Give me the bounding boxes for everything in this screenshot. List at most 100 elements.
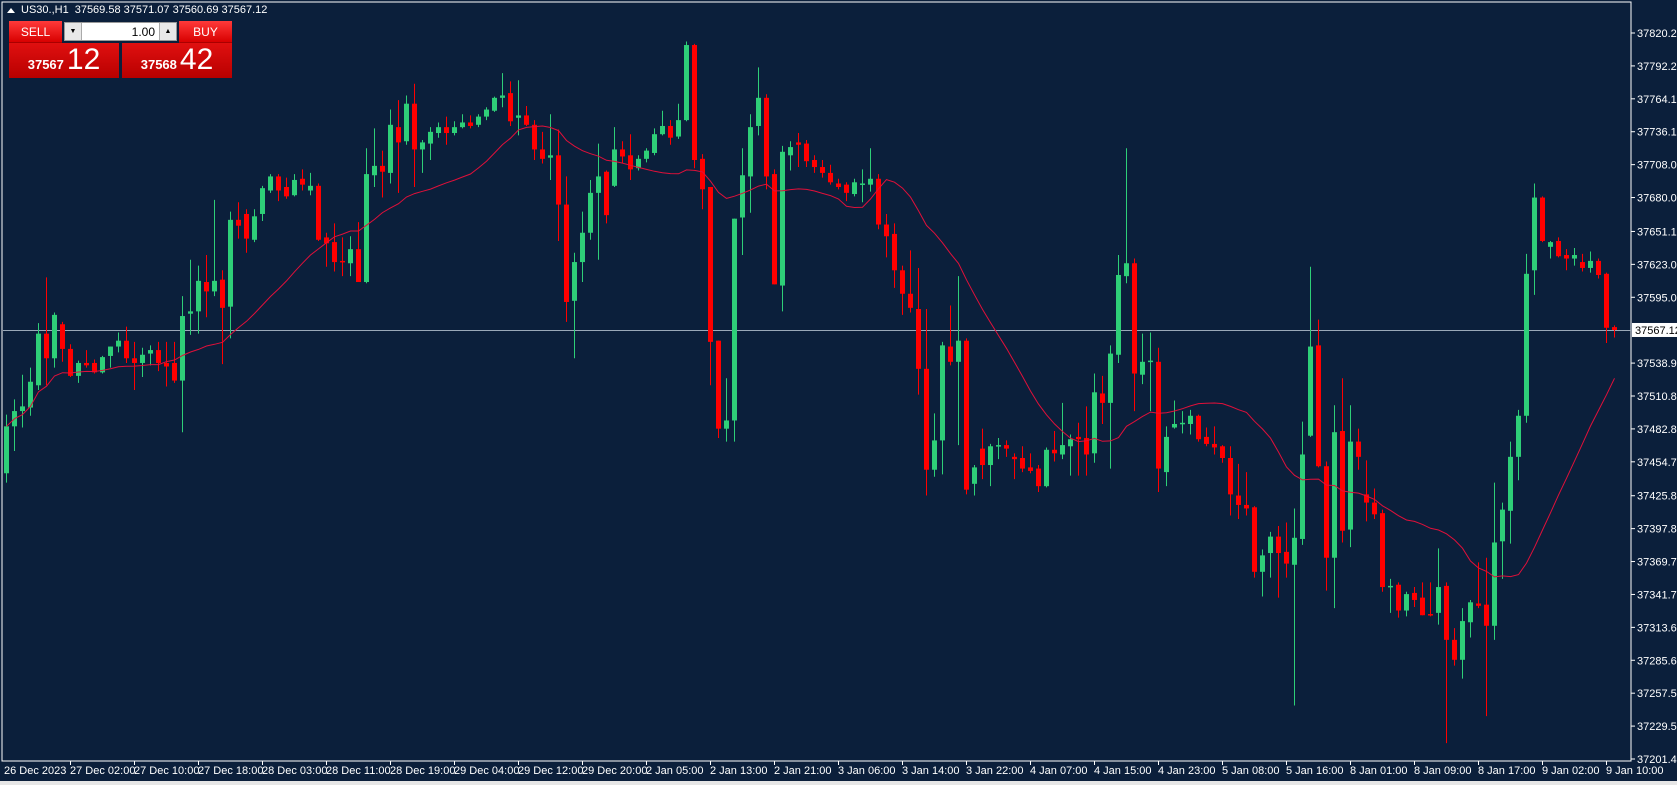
- lot-size-input[interactable]: [82, 24, 159, 39]
- candle-bear: [708, 186, 713, 342]
- sell-price-button[interactable]: 37567 12: [9, 43, 119, 78]
- candle-bear: [604, 171, 609, 216]
- candle-bear: [532, 124, 537, 150]
- candle-bull: [404, 103, 409, 142]
- candle-bear: [1076, 436, 1081, 440]
- candle-bear: [1444, 585, 1449, 640]
- time-tick-label: 28 Dec 19:00: [390, 765, 455, 777]
- candle-bull: [436, 127, 441, 134]
- candle-bull: [212, 280, 217, 292]
- collapse-triangle-icon[interactable]: [7, 7, 15, 13]
- candle-bull: [500, 95, 505, 98]
- candle-bear: [244, 213, 249, 239]
- candle-bear: [828, 172, 833, 183]
- candle-bull: [868, 178, 873, 185]
- candle-bear: [804, 143, 809, 162]
- candle-bear: [1132, 263, 1137, 374]
- status-strip: [0, 781, 1677, 785]
- lot-decrease-icon[interactable]: ▼: [65, 23, 82, 40]
- price-tick-label: 37369.75: [1637, 557, 1677, 569]
- candle-bull: [652, 134, 657, 153]
- candle-bull: [460, 122, 465, 128]
- candle-bear: [316, 185, 321, 240]
- sell-button[interactable]: SELL: [9, 21, 62, 43]
- time-tick-label: 2 Jan 05:00: [646, 765, 704, 777]
- candle-bear: [84, 362, 89, 366]
- chart-header: US30.,H1 37569.58 37571.07 37560.69 3756…: [7, 4, 267, 16]
- price-tick-label: 37425.85: [1637, 491, 1677, 503]
- price-tick-label: 37454.75: [1637, 457, 1677, 469]
- price-tick-label: 37482.80: [1637, 424, 1677, 436]
- time-tick-label: 4 Jan 23:00: [1158, 765, 1216, 777]
- candle-bear: [132, 358, 137, 363]
- candle-bull: [1572, 255, 1577, 259]
- price-tick-label: 37736.10: [1637, 127, 1677, 139]
- candle-bear: [1156, 361, 1161, 469]
- candle-bear: [380, 165, 385, 172]
- candle-bull: [1532, 197, 1537, 271]
- candle-bear: [1100, 393, 1105, 403]
- candle-bull: [1468, 602, 1473, 623]
- candle-bull: [1460, 621, 1465, 660]
- time-tick-label: 26 Dec 2023: [4, 765, 66, 777]
- candle-bull: [1164, 436, 1169, 473]
- candle-bull: [860, 183, 865, 185]
- candlestick-chart[interactable]: 37820.25 37792.20 37764.15 37736.10 37708.05…: [0, 0, 1677, 785]
- candle-bull: [1116, 274, 1121, 355]
- candle-bear: [540, 149, 545, 159]
- candle-bear: [1284, 551, 1289, 564]
- candle-bear: [1236, 495, 1241, 505]
- candle-bull: [36, 333, 41, 386]
- candle-bull: [1348, 441, 1353, 530]
- candle-bull: [1492, 542, 1497, 626]
- candle-bear: [1420, 597, 1425, 616]
- candle-bull: [1172, 423, 1177, 428]
- candle-bear: [892, 233, 897, 271]
- candle-bull: [996, 445, 1001, 447]
- buy-button[interactable]: BUY: [179, 21, 232, 43]
- candle-bull: [1092, 392, 1097, 454]
- candle-bull: [268, 176, 273, 191]
- candle-bull: [1404, 594, 1409, 611]
- candle-bull: [1508, 456, 1513, 511]
- buy-price-button[interactable]: 37568 42: [122, 43, 232, 78]
- candle-bull: [492, 97, 497, 111]
- candle-bull: [260, 188, 265, 214]
- candle-bull: [4, 426, 9, 474]
- candle-bear: [284, 186, 289, 197]
- candle-bull: [780, 151, 785, 286]
- candle-bull: [1436, 587, 1441, 613]
- candle-bear: [836, 183, 841, 187]
- time-tick-label: 28 Dec 03:00: [262, 765, 327, 777]
- time-tick-label: 5 Jan 08:00: [1222, 765, 1280, 777]
- candle-bull: [732, 218, 737, 421]
- candle-bull: [1548, 242, 1553, 247]
- candles-layer: [4, 41, 1617, 744]
- price-tick-label: 37229.50: [1637, 721, 1677, 733]
- candle-bear: [1228, 458, 1233, 495]
- candle-bear: [1356, 441, 1361, 457]
- candle-bull: [548, 155, 553, 158]
- candle-bear: [796, 142, 801, 145]
- candle-bull: [740, 175, 745, 218]
- candle-bull: [788, 147, 793, 156]
- lot-size-stepper: ▼ ▲: [64, 22, 177, 41]
- candle-bear: [1428, 614, 1433, 616]
- candle-bear: [716, 340, 721, 429]
- candle-bull: [596, 176, 601, 193]
- candle-bear: [1276, 536, 1281, 554]
- candle-bear: [1196, 415, 1201, 440]
- candle-bear: [980, 448, 985, 466]
- candle-bull: [388, 124, 393, 173]
- candle-bear: [692, 45, 697, 161]
- price-tick-label: 37764.15: [1637, 94, 1677, 106]
- candle-bull: [1500, 509, 1505, 542]
- candle-bull: [684, 45, 689, 121]
- lot-increase-icon[interactable]: ▲: [159, 23, 176, 40]
- candle-bull: [932, 440, 937, 470]
- candle-bear: [628, 155, 633, 170]
- candle-bull: [852, 182, 857, 195]
- ohlc-readout: 37569.58 37571.07 37560.69 37567.12: [74, 4, 268, 16]
- price-tick-label: 37708.05: [1637, 160, 1677, 172]
- candle-bull: [588, 192, 593, 233]
